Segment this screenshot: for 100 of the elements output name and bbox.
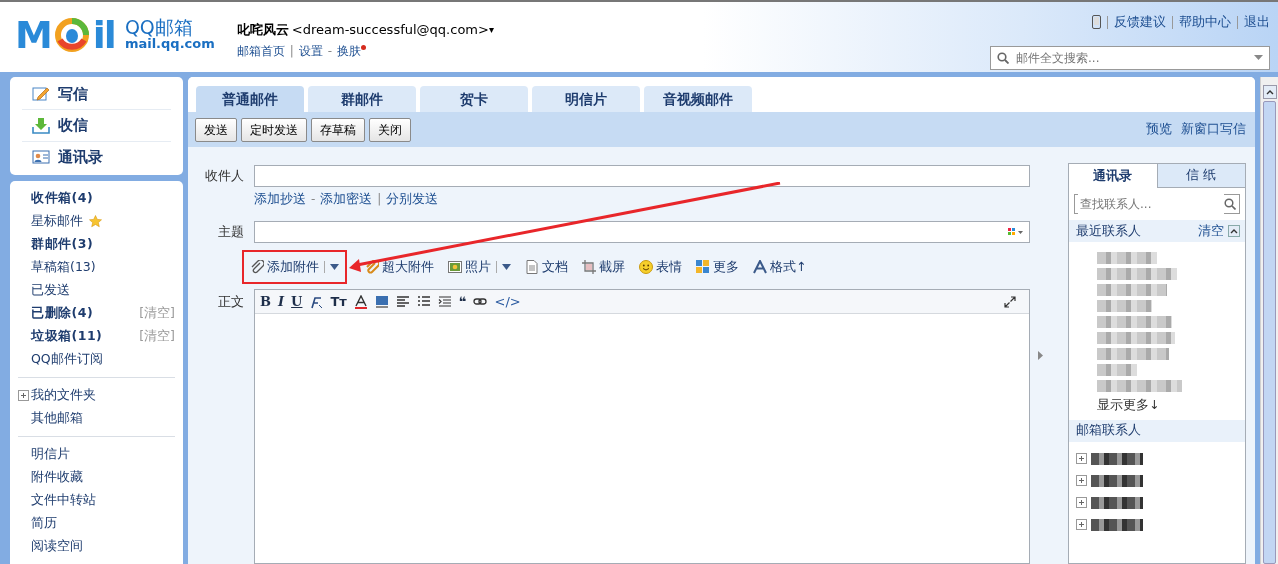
- quick-action-button[interactable]: 收信: [22, 110, 171, 142]
- show-more-link[interactable]: 显示更多↓: [1069, 396, 1245, 415]
- user-name: 叱咤风云: [236, 21, 289, 39]
- indent-icon[interactable]: [437, 294, 452, 309]
- editor-tool-button[interactable]: </>: [494, 295, 521, 308]
- recipient-option-link[interactable]: 添加密送: [320, 189, 373, 209]
- logo-domain: mail.qq.com: [124, 37, 215, 52]
- phone-icon[interactable]: [1092, 15, 1101, 30]
- folder-link[interactable]: QQ邮件订阅: [31, 350, 103, 369]
- blurred-contact-group[interactable]: [1091, 474, 1143, 487]
- folder-link[interactable]: 已删除(4): [31, 304, 94, 323]
- paperclip-icon: [365, 260, 379, 274]
- dropdown-caret-icon[interactable]: [502, 264, 511, 270]
- compose-tab[interactable]: 音视频邮件: [644, 86, 752, 112]
- scroll-up-icon[interactable]: [1228, 225, 1240, 237]
- recipient-option-link[interactable]: 添加抄送: [254, 189, 306, 209]
- header-link[interactable]: 换肤: [337, 41, 362, 60]
- editor-tool-button[interactable]: I: [278, 295, 285, 308]
- letter-icon: [753, 260, 767, 274]
- editor-tool-button[interactable]: ❝: [458, 295, 467, 308]
- page-scrollbar[interactable]: [1260, 77, 1278, 564]
- folder-link[interactable]: 其他邮箱: [31, 409, 83, 428]
- logo-title: QQ邮箱: [124, 18, 193, 38]
- recipient-field[interactable]: [254, 165, 1030, 187]
- folder-link[interactable]: 附件收藏: [31, 468, 83, 487]
- compose-tab[interactable]: 群邮件: [308, 86, 416, 112]
- quick-action-button[interactable]: 通讯录: [22, 141, 171, 173]
- folder-link[interactable]: 已发送: [31, 281, 70, 300]
- attach-tool-button[interactable]: 格式↑: [753, 257, 807, 277]
- section-title: 最近联系人: [1076, 221, 1141, 240]
- header-link[interactable]: 帮助中心: [1179, 13, 1231, 32]
- attach-tool-button[interactable]: 表情: [639, 257, 682, 277]
- editor-tool-button[interactable]: Tт: [330, 295, 347, 308]
- font-style-icon[interactable]: [309, 294, 324, 309]
- folder-link[interactable]: 我的文件夹: [31, 386, 96, 405]
- folder-link[interactable]: 星标邮件: [31, 212, 83, 231]
- folder-link[interactable]: 文件中转站: [31, 491, 96, 510]
- attach-tool-button[interactable]: 截屏: [582, 257, 625, 277]
- text-color-icon[interactable]: [353, 294, 368, 309]
- compose-tab[interactable]: 贺卡: [420, 86, 528, 112]
- header-link[interactable]: 退出: [1244, 13, 1270, 32]
- blurred-contact-group[interactable]: [1091, 496, 1143, 509]
- header-link[interactable]: 反馈建议: [1114, 13, 1166, 32]
- compose-tab[interactable]: 普通邮件: [196, 86, 304, 112]
- link-separator: -: [327, 42, 333, 60]
- subject-field[interactable]: [254, 221, 1030, 243]
- folder-link[interactable]: 阅读空间: [31, 537, 83, 556]
- dropdown-caret-icon[interactable]: [330, 264, 339, 270]
- toolbar-button[interactable]: 存草稿: [311, 117, 365, 142]
- folder-link[interactable]: 垃圾箱(11): [31, 327, 103, 346]
- editor-tool-button[interactable]: B: [260, 295, 271, 308]
- attach-tool-button[interactable]: 照片: [448, 257, 491, 277]
- attach-tool-button[interactable]: 添加附件: [250, 257, 319, 277]
- expand-plus-icon[interactable]: [1076, 453, 1087, 465]
- quick-action-button[interactable]: 写信: [22, 79, 171, 111]
- document-icon: [525, 260, 539, 274]
- mail-search-field[interactable]: 邮件全文搜索...: [990, 45, 1270, 70]
- dropdown-caret-icon[interactable]: [1254, 55, 1263, 61]
- field-label: 收件人: [204, 166, 245, 185]
- compose-icon: [32, 85, 50, 104]
- folder-link[interactable]: 简历: [31, 514, 57, 533]
- align-icon[interactable]: [395, 294, 410, 309]
- account-dropdown-caret[interactable]: ▾: [488, 22, 494, 38]
- scroll-up-icon[interactable]: [1262, 85, 1277, 99]
- folder-link[interactable]: 草稿箱(13): [31, 258, 96, 277]
- smiley-icon: [639, 260, 653, 274]
- attach-tool-button[interactable]: 超大附件: [365, 257, 434, 277]
- color-grid-icon[interactable]: [1008, 227, 1024, 237]
- blurred-contact-group[interactable]: [1091, 518, 1143, 531]
- highlight-color-icon[interactable]: [374, 294, 389, 309]
- folder-link[interactable]: 群邮件(3): [31, 235, 94, 254]
- folder-link[interactable]: 明信片: [31, 445, 70, 464]
- expand-plus-icon[interactable]: [1076, 519, 1087, 531]
- toolbar-link[interactable]: 新窗口写信: [1181, 121, 1246, 137]
- list-icon[interactable]: [416, 294, 431, 309]
- expand-plus-icon[interactable]: [1076, 475, 1087, 487]
- scroll-thumb[interactable]: [1263, 101, 1276, 564]
- field-label: 主题: [217, 222, 245, 241]
- expand-plus-icon[interactable]: [1076, 497, 1087, 509]
- header-link[interactable]: 邮箱首页: [236, 41, 285, 60]
- toolbar-button[interactable]: 发送: [195, 117, 237, 142]
- header-link[interactable]: 设置: [298, 41, 323, 60]
- contacts-tab[interactable]: 信 纸: [1157, 164, 1245, 188]
- collapse-arrow-icon[interactable]: [1038, 351, 1043, 360]
- toolbar-button[interactable]: 定时发送: [241, 117, 307, 142]
- attach-tool-button[interactable]: 更多: [696, 257, 739, 277]
- message-editor[interactable]: B I U Tт ❝ </>: [254, 289, 1030, 564]
- toolbar-link[interactable]: 预览: [1146, 121, 1172, 137]
- expand-plus-icon[interactable]: [18, 390, 29, 401]
- contacts-icon: [32, 148, 50, 167]
- blurred-contact-group[interactable]: [1091, 452, 1143, 465]
- editor-tool-button[interactable]: U: [291, 295, 303, 308]
- expand-icon[interactable]: [1004, 295, 1016, 308]
- folder-link[interactable]: 收件箱(4): [31, 189, 94, 208]
- toolbar-button[interactable]: 关闭: [369, 117, 411, 142]
- recipient-option-link[interactable]: 分别发送: [386, 189, 439, 209]
- section-title: 邮箱联系人: [1076, 421, 1141, 440]
- attach-tool-button[interactable]: 文档: [525, 257, 568, 277]
- clear-link[interactable]: 清空: [1198, 221, 1224, 241]
- compose-tab[interactable]: 明信片: [532, 86, 640, 112]
